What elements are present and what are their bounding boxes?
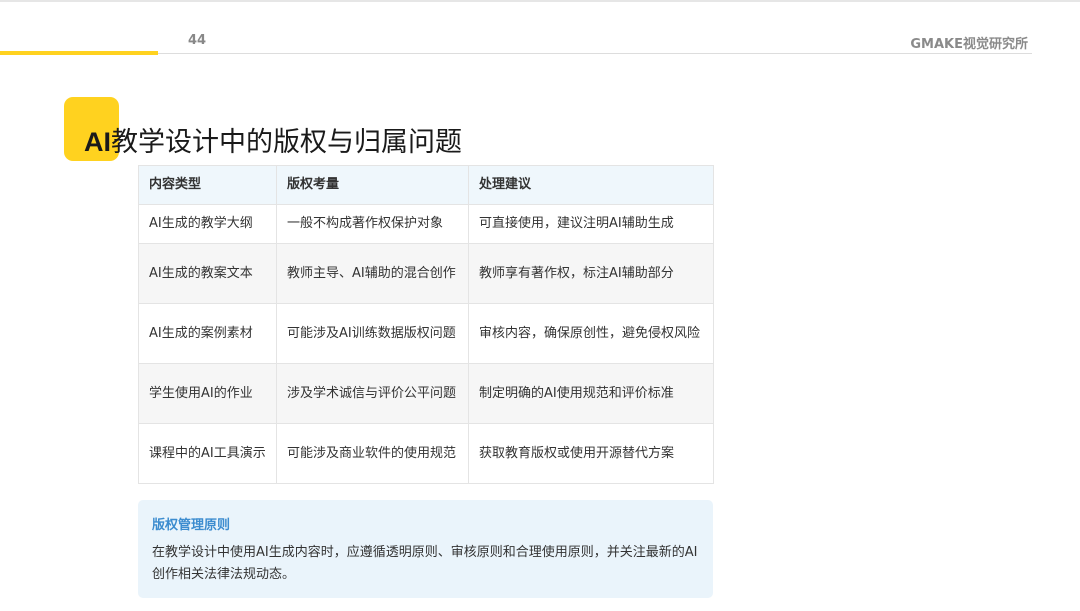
copyright-table: 内容类型 版权考量 处理建议 AI生成的教学大纲 一般不构成著作权保护对象 可直… xyxy=(138,165,714,484)
column-header-content-type: 内容类型 xyxy=(138,165,277,205)
page-title-prefix: AI xyxy=(84,127,111,157)
table-cell: 获取教育版权或使用开源替代方案 xyxy=(468,423,714,484)
page-number: 44 xyxy=(188,33,207,48)
table-header-row: 内容类型 版权考量 处理建议 xyxy=(138,165,714,205)
table-cell: 学生使用AI的作业 xyxy=(138,363,277,424)
table-cell: 教师主导、AI辅助的混合创作 xyxy=(276,243,469,304)
table-cell: 涉及学术诚信与评价公平问题 xyxy=(276,363,469,424)
table-cell: AI生成的教案文本 xyxy=(138,243,277,304)
table-cell: 制定明确的AI使用规范和评价标准 xyxy=(468,363,714,424)
table-cell: 审核内容，确保原创性，避免侵权风险 xyxy=(468,303,714,364)
table-row: AI生成的教学大纲 一般不构成著作权保护对象 可直接使用，建议注明AI辅助生成 xyxy=(138,204,714,244)
header-accent-bar xyxy=(0,51,158,55)
table-row: AI生成的教案文本 教师主导、AI辅助的混合创作 教师享有著作权，标注AI辅助部… xyxy=(138,243,714,304)
table-row: AI生成的案例素材 可能涉及AI训练数据版权问题 审核内容，确保原创性，避免侵权… xyxy=(138,303,714,364)
table-cell: 可能涉及AI训练数据版权问题 xyxy=(276,303,469,364)
principle-callout: 版权管理原则 在教学设计中使用AI生成内容时，应遵循透明原则、审核原则和合理使用… xyxy=(138,500,713,598)
table-cell: 课程中的AI工具演示 xyxy=(138,423,277,484)
page-title: AI教学设计中的版权与归属问题 xyxy=(84,120,462,159)
principle-body: 在教学设计中使用AI生成内容时，应遵循透明原则、审核原则和合理使用原则，并关注最… xyxy=(152,545,698,582)
table-cell: 教师享有著作权，标注AI辅助部分 xyxy=(468,243,714,304)
column-header-handling-advice: 处理建议 xyxy=(468,165,714,205)
page-title-text: 教学设计中的版权与归属问题 xyxy=(111,127,462,158)
top-border xyxy=(0,0,1080,2)
table-cell: 可直接使用，建议注明AI辅助生成 xyxy=(468,204,714,244)
table-row: 学生使用AI的作业 涉及学术诚信与评价公平问题 制定明确的AI使用规范和评价标准 xyxy=(138,363,714,424)
table-cell: AI生成的教学大纲 xyxy=(138,204,277,244)
table-cell: AI生成的案例素材 xyxy=(138,303,277,364)
brand-label: GMAKE视觉研究所 xyxy=(910,37,1028,52)
column-header-copyright-consideration: 版权考量 xyxy=(276,165,469,205)
table-cell: 可能涉及商业软件的使用规范 xyxy=(276,423,469,484)
table-row: 课程中的AI工具演示 可能涉及商业软件的使用规范 获取教育版权或使用开源替代方案 xyxy=(138,423,714,484)
table-cell: 一般不构成著作权保护对象 xyxy=(276,204,469,244)
principle-title: 版权管理原则 xyxy=(152,518,231,533)
